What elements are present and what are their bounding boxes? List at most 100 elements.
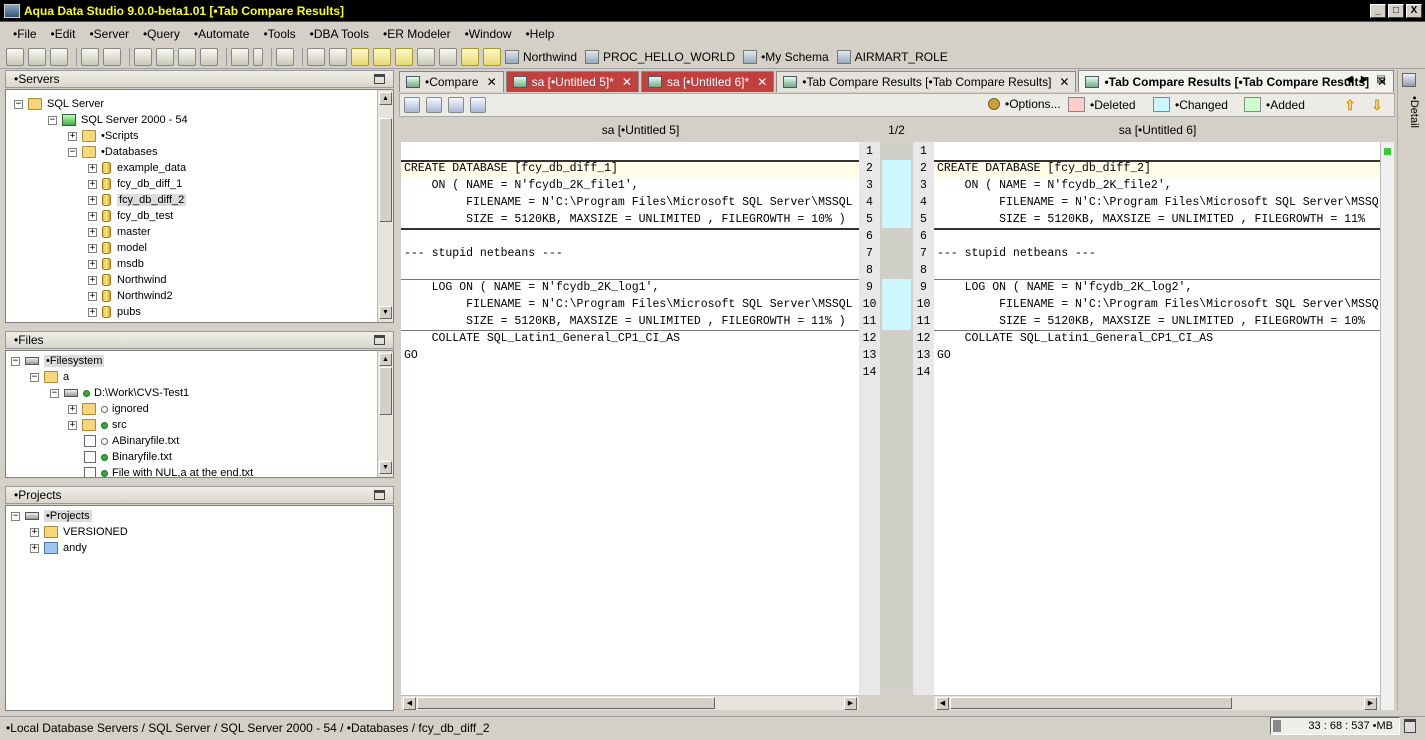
tree-db-item[interactable]: fcy_db_test [117,210,173,222]
servers-scrollbar[interactable]: ▲ ▼ [377,90,393,322]
menu-help[interactable]: •Help [518,27,561,41]
menu-tools[interactable]: •Tools [256,27,302,41]
tree-scripts[interactable]: •Scripts [101,130,138,142]
tree-db-item[interactable]: fcy_db_diff_1 [117,178,182,190]
scroll-down-icon[interactable]: ▼ [379,461,392,474]
tree-server-instance[interactable]: SQL Server 2000 - 54 [81,114,188,126]
servers-panel-header[interactable]: •Servers [5,70,394,88]
diff-overview-ruler[interactable] [1380,142,1394,710]
maximize-button[interactable]: □ [1388,4,1404,18]
grid-yellow-icon[interactable] [483,47,501,66]
view-icon[interactable] [351,47,369,66]
edit-server-icon[interactable] [50,47,68,66]
files-tree[interactable]: − •Filesystem − a − D:\Work\CVS-Test1 + igno… [5,350,394,478]
expand-icon[interactable]: + [88,211,97,221]
files-panel-header[interactable]: •Files [5,331,394,349]
code-line[interactable]: FILENAME = N'C:\Program Files\Microsoft … [404,194,852,211]
tab-list-icon[interactable]: ▤ [1376,74,1385,85]
restore-icon[interactable] [374,490,385,500]
tree-file[interactable]: Binaryfile.txt [112,451,172,463]
tree-db-item[interactable]: Northwind2 [117,290,173,302]
tab-left-icon[interactable]: ◀ [1345,74,1353,85]
code-line[interactable]: --- stupid netbeans --- [404,245,563,262]
tree-versioned[interactable]: VERSIONED [63,526,128,538]
options-button[interactable]: •Options... [988,97,1061,111]
tree-src[interactable]: src [112,419,127,431]
code-line[interactable]: CREATE DATABASE [fcy_db_diff_1] [404,160,618,177]
connect-icon[interactable] [81,47,99,66]
tree-db-item[interactable]: example_data [117,162,186,174]
expand-icon[interactable]: + [88,179,97,189]
code-line[interactable]: SIZE = 5120KB, MAXSIZE = UNLIMITED , FIL… [404,313,846,330]
my-schema-item[interactable]: •My Schema [743,49,829,64]
code-line[interactable]: CREATE DATABASE [fcy_db_diff_2] [937,160,1151,177]
scroll-thumb[interactable] [379,118,392,222]
menu-automate[interactable]: •Automate [187,27,257,41]
scroll-thumb[interactable] [950,697,1232,709]
tree-db-item[interactable]: msdb [117,258,144,270]
expand-icon[interactable]: + [68,420,77,430]
tree-filesystem[interactable]: •Filesystem [44,355,105,367]
menu-server[interactable]: •Server [82,27,136,41]
tree-ignored[interactable]: ignored [112,403,149,415]
tree-file[interactable]: File with NUL,a at the end.txt [112,467,253,477]
proc-hello-world-item[interactable]: PROC_HELLO_WORLD [585,49,735,64]
print-preview-icon[interactable] [448,97,464,113]
code-line[interactable]: SIZE = 5120KB, MAXSIZE = UNLIMITED , FIL… [937,313,1365,330]
new-server-icon[interactable] [6,47,24,66]
scroll-thumb[interactable] [417,697,715,709]
scroll-left-icon[interactable]: ◀ [936,697,949,710]
code-line[interactable]: COLLATE SQL_Latin1_General_CP1_CI_AS [404,330,680,347]
left-horizontal-scrollbar[interactable]: ◀ ▶ [401,695,859,710]
expand-icon[interactable]: + [30,527,39,537]
code-line[interactable]: ON ( NAME = N'fcydb_2K_file1', [404,177,639,194]
collapse-icon[interactable]: − [11,356,20,366]
projects-panel-header[interactable]: •Projects [5,486,394,504]
close-icon[interactable]: ✕ [487,75,497,89]
list-icon[interactable] [417,47,435,66]
code-line[interactable]: SIZE = 5120KB, MAXSIZE = UNLIMITED , FIL… [937,211,1365,228]
code-line[interactable]: FILENAME = N'C:\Program Files\Microsoft … [937,194,1379,211]
schema-icon[interactable] [200,47,218,66]
code-line[interactable]: LOG ON ( NAME = N'fcydb_2K_log1', [404,279,660,296]
airmart-role-item[interactable]: AIRMART_ROLE [836,49,948,64]
query-window-icon[interactable] [134,47,152,66]
expand-icon[interactable]: + [88,291,97,301]
collapse-icon[interactable]: − [11,511,20,521]
tree-andy[interactable]: andy [63,542,87,554]
code-line[interactable]: LOG ON ( NAME = N'fcydb_2K_log2', [937,279,1193,296]
table-data-icon[interactable] [373,47,391,66]
grid-icon[interactable] [307,47,325,66]
scroll-up-icon[interactable]: ▲ [379,353,392,366]
collapse-icon[interactable]: − [14,99,23,109]
collapse-icon[interactable]: − [30,372,39,382]
close-icon[interactable]: ✕ [622,75,632,89]
compare-icon[interactable] [231,47,249,66]
code-line[interactable]: FILENAME = N'C:\Program Files\Microsoft … [937,296,1379,313]
disconnect-icon[interactable] [103,47,121,66]
tree-workdir[interactable]: D:\Work\CVS-Test1 [94,387,189,399]
tree-sql-server[interactable]: SQL Server [47,98,104,110]
tab-untitled-5[interactable]: sa [•Untitled 5]* ✕ [505,71,639,92]
save-icon[interactable] [426,97,442,113]
delete-server-icon[interactable] [28,47,46,66]
refresh-icon[interactable] [404,97,420,113]
query-analyzer-icon[interactable] [156,47,174,66]
expand-icon[interactable]: + [30,543,39,553]
expand-icon[interactable]: + [88,275,97,285]
expand-icon[interactable]: + [88,195,97,205]
code-line[interactable]: GO [404,347,418,364]
collapse-icon[interactable]: − [48,115,57,125]
close-icon[interactable]: ✕ [757,75,767,89]
menu-edit[interactable]: •Edit [44,27,83,41]
scroll-up-icon[interactable]: ▲ [379,92,392,105]
scroll-right-icon[interactable]: ▶ [844,697,857,710]
right-code-pane[interactable]: CREATE DATABASE [fcy_db_diff_2] ON ( NAM… [934,142,1380,695]
dropdown-arrow-icon[interactable] [253,47,263,66]
menu-dba-tools[interactable]: •DBA Tools [303,27,376,41]
memory-indicator[interactable]: 33 : 68 : 537 •MB [1270,717,1400,735]
menu-file[interactable]: •File [6,27,44,41]
expand-icon[interactable]: + [88,243,97,253]
close-icon[interactable]: ✕ [1059,75,1069,89]
tree-projects[interactable]: •Projects [44,510,92,522]
